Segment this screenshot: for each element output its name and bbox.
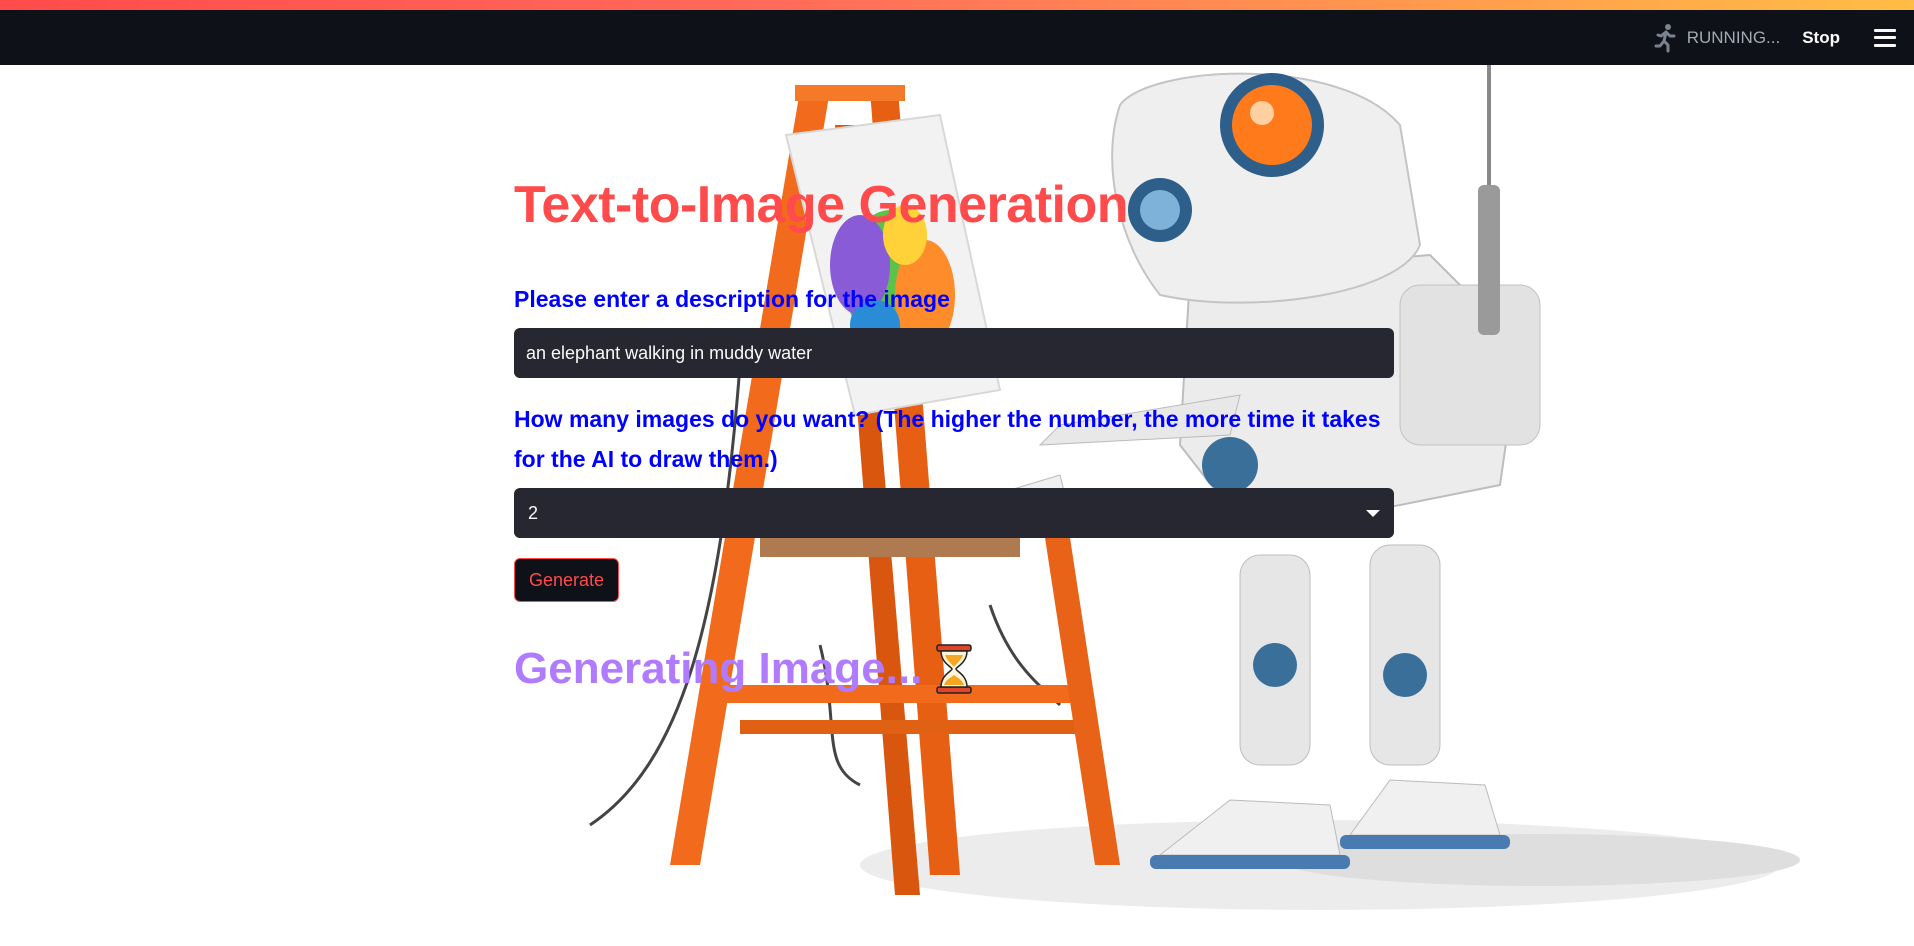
hamburger-menu-icon[interactable] [1874,28,1896,47]
generating-status-text: Generating Image... [514,644,923,693]
generate-button[interactable]: Generate [514,558,620,602]
header-status-area: RUNNING... Stop [1651,10,1914,65]
hourglass-icon [936,644,973,694]
top-decoration-bar [0,0,1914,10]
description-input[interactable]: an elephant walking in muddy water [514,328,1394,378]
generation-status: Generating Image... [514,643,974,695]
image-count-label: How many images do you want? (The higher… [514,406,1381,472]
image-count-select[interactable]: 2 [514,488,1394,538]
chevron-down-icon [1366,510,1380,517]
page-title: Text-to-Image Generation [514,176,1129,234]
description-label: Please enter a description for the image [514,286,950,312]
stop-button[interactable]: Stop [1802,28,1840,48]
running-man-icon [1654,23,1676,52]
image-count-value: 2 [528,503,539,523]
running-status-text: RUNNING... [1686,27,1781,47]
